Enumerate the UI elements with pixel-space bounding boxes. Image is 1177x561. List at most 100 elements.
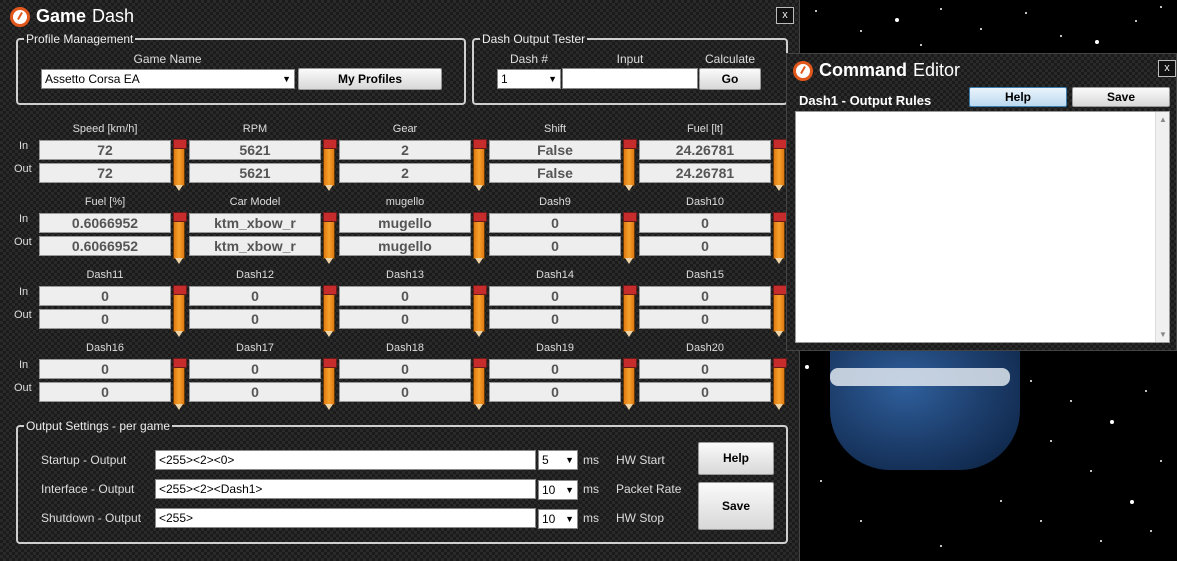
star <box>1000 500 1002 502</box>
dash-in-value: 0 <box>339 286 471 306</box>
ce-save-button[interactable]: Save <box>1072 87 1170 107</box>
interface-ms-select[interactable]: 10 ▼ <box>538 480 578 500</box>
dash-number-select[interactable]: 1 ▼ <box>497 69 561 89</box>
window-title: Game Dash <box>10 6 134 27</box>
row-label-out: Out <box>14 163 32 175</box>
pencil-icon[interactable] <box>773 285 787 337</box>
dash-header: Fuel [lt] <box>686 123 724 135</box>
dash-out-value: 0 <box>339 309 471 329</box>
pencil-icon[interactable] <box>173 358 187 410</box>
pencil-icon[interactable] <box>773 358 787 410</box>
dash-header: Car Model <box>229 196 281 208</box>
pencil-icon[interactable] <box>323 139 337 191</box>
dash-in-value: 0 <box>489 359 621 379</box>
star <box>940 8 942 10</box>
pencil-icon[interactable] <box>473 212 487 264</box>
star <box>940 545 942 547</box>
dash-number-label: Dash # <box>509 52 549 66</box>
dash-out-value: 0 <box>489 382 621 402</box>
startup-ms-select[interactable]: 5 ▼ <box>538 450 578 470</box>
star <box>1040 520 1042 522</box>
dash-header: Shift <box>543 123 566 135</box>
star <box>1110 420 1114 424</box>
hw-stop-label: HW Stop <box>616 511 665 525</box>
output-help-button[interactable]: Help <box>698 442 774 475</box>
pencil-icon[interactable] <box>323 212 337 264</box>
dash-in-value: 0 <box>39 286 171 306</box>
dash-out-value: 0.6066952 <box>39 236 171 256</box>
chevron-down-icon: ▼ <box>565 455 574 465</box>
pencil-icon[interactable] <box>623 212 637 264</box>
star <box>1025 12 1027 14</box>
dash-out-value: 5621 <box>189 163 321 183</box>
hw-start-label: HW Start <box>616 453 665 467</box>
dash-out-value: 0 <box>189 309 321 329</box>
scroll-down-icon[interactable]: ▼ <box>1159 330 1167 339</box>
dash-in-value: 0 <box>639 213 771 233</box>
star <box>1160 460 1162 462</box>
input-label: Input <box>616 52 644 66</box>
tester-input-field[interactable] <box>562 68 698 89</box>
startup-output-field[interactable]: <255><2><0> <box>155 450 536 470</box>
interface-ms-value: 10 <box>542 483 556 497</box>
pencil-icon[interactable] <box>773 212 787 264</box>
calculate-label: Calculate <box>704 52 756 66</box>
dash-header: Dash9 <box>539 196 571 208</box>
output-save-button[interactable]: Save <box>698 482 774 530</box>
dash-out-value: 0 <box>39 309 171 329</box>
game-name-select[interactable]: Assetto Corsa EA ▼ <box>41 69 295 89</box>
dash-out-value: 0 <box>489 236 621 256</box>
dash-header: Dash15 <box>686 269 724 281</box>
ce-close-button[interactable]: x <box>1158 60 1176 77</box>
pencil-icon[interactable] <box>773 139 787 191</box>
go-button[interactable]: Go <box>699 68 761 90</box>
dash-out-value: mugello <box>339 236 471 256</box>
ce-help-button[interactable]: Help <box>969 87 1067 107</box>
dash-in-value: mugello <box>339 213 471 233</box>
chevron-down-icon: ▼ <box>565 514 574 524</box>
dash-header: Dash18 <box>386 342 424 354</box>
pencil-icon[interactable] <box>323 285 337 337</box>
pencil-icon[interactable] <box>323 358 337 410</box>
dash-header: Gear <box>392 123 418 135</box>
chevron-down-icon: ▼ <box>282 74 291 84</box>
output-rules-textarea[interactable]: ▲ ▼ <box>795 111 1170 343</box>
pencil-icon[interactable] <box>173 285 187 337</box>
vertical-scrollbar[interactable]: ▲ ▼ <box>1155 112 1169 342</box>
dash-in-value: 0 <box>189 286 321 306</box>
star <box>820 480 822 482</box>
row-label-out: Out <box>14 382 32 394</box>
pencil-icon[interactable] <box>173 139 187 191</box>
scroll-up-icon[interactable]: ▲ <box>1159 115 1167 124</box>
pencil-icon[interactable] <box>473 358 487 410</box>
pencil-icon[interactable] <box>623 139 637 191</box>
close-button[interactable]: x <box>776 7 794 24</box>
star <box>1100 540 1102 542</box>
clock-icon <box>10 6 30 27</box>
title-bold: Game <box>36 6 87 26</box>
dash-out-value: 0 <box>639 382 771 402</box>
ms-unit-label: ms <box>583 482 599 496</box>
dash-out-value: 0 <box>189 382 321 402</box>
pencil-icon[interactable] <box>473 139 487 191</box>
interface-output-field[interactable]: <255><2><Dash1> <box>155 479 536 499</box>
my-profiles-button[interactable]: My Profiles <box>298 68 442 90</box>
dash-in-value: 0.6066952 <box>39 213 171 233</box>
title-rest: Dash <box>92 6 135 26</box>
dash-in-value: 0 <box>39 359 171 379</box>
dash-header: Dash14 <box>536 269 574 281</box>
command-editor-window: Command Editor x Dash1 - Output Rules He… <box>786 53 1177 351</box>
output-settings-legend: Output Settings - per game <box>26 419 171 433</box>
startup-output-label: Startup - Output <box>41 453 127 467</box>
star <box>1070 400 1072 402</box>
star <box>1060 35 1062 37</box>
star <box>860 30 862 32</box>
pencil-icon[interactable] <box>623 285 637 337</box>
shutdown-output-field[interactable]: <255> <box>155 508 536 528</box>
dash-header: Dash12 <box>236 269 274 281</box>
shutdown-ms-select[interactable]: 10 ▼ <box>538 509 578 529</box>
pencil-icon[interactable] <box>623 358 637 410</box>
pencil-icon[interactable] <box>473 285 487 337</box>
pencil-icon[interactable] <box>173 212 187 264</box>
dash-header: mugello <box>385 196 425 208</box>
